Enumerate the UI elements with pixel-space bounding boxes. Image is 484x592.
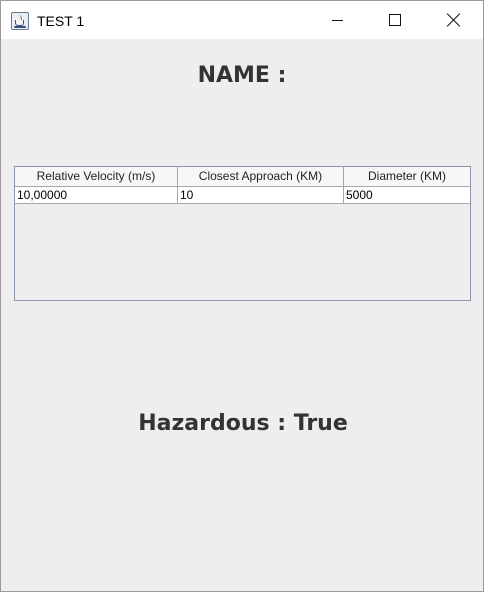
java-app-icon[interactable] [11,12,29,30]
table-row[interactable]: 10,00000 10 5000 [15,187,470,204]
app-window: TEST 1 NAME : Relative Velocity (m/s) Cl… [0,0,484,592]
maximize-icon [389,14,401,26]
close-button[interactable] [431,1,477,39]
column-header-relative-velocity[interactable]: Relative Velocity (m/s) [15,167,178,187]
data-table[interactable]: Relative Velocity (m/s) Closest Approach… [14,166,471,301]
title-bar[interactable]: TEST 1 [1,1,483,39]
column-header-diameter[interactable]: Diameter (KM) [344,167,470,187]
column-header-closest-approach[interactable]: Closest Approach (KM) [178,167,344,187]
window-title: TEST 1 [37,13,85,29]
minimize-icon [332,20,343,21]
cell-relative-velocity[interactable]: 10,00000 [15,187,178,203]
name-label: NAME : [197,63,287,88]
cell-closest-approach[interactable]: 10 [178,187,344,203]
table-header: Relative Velocity (m/s) Closest Approach… [15,167,470,187]
maximize-button[interactable] [371,1,417,39]
cell-diameter[interactable]: 5000 [344,187,470,203]
hazardous-label: Hazardous : True [138,411,348,436]
close-icon [447,13,461,27]
minimize-button[interactable] [314,1,360,39]
